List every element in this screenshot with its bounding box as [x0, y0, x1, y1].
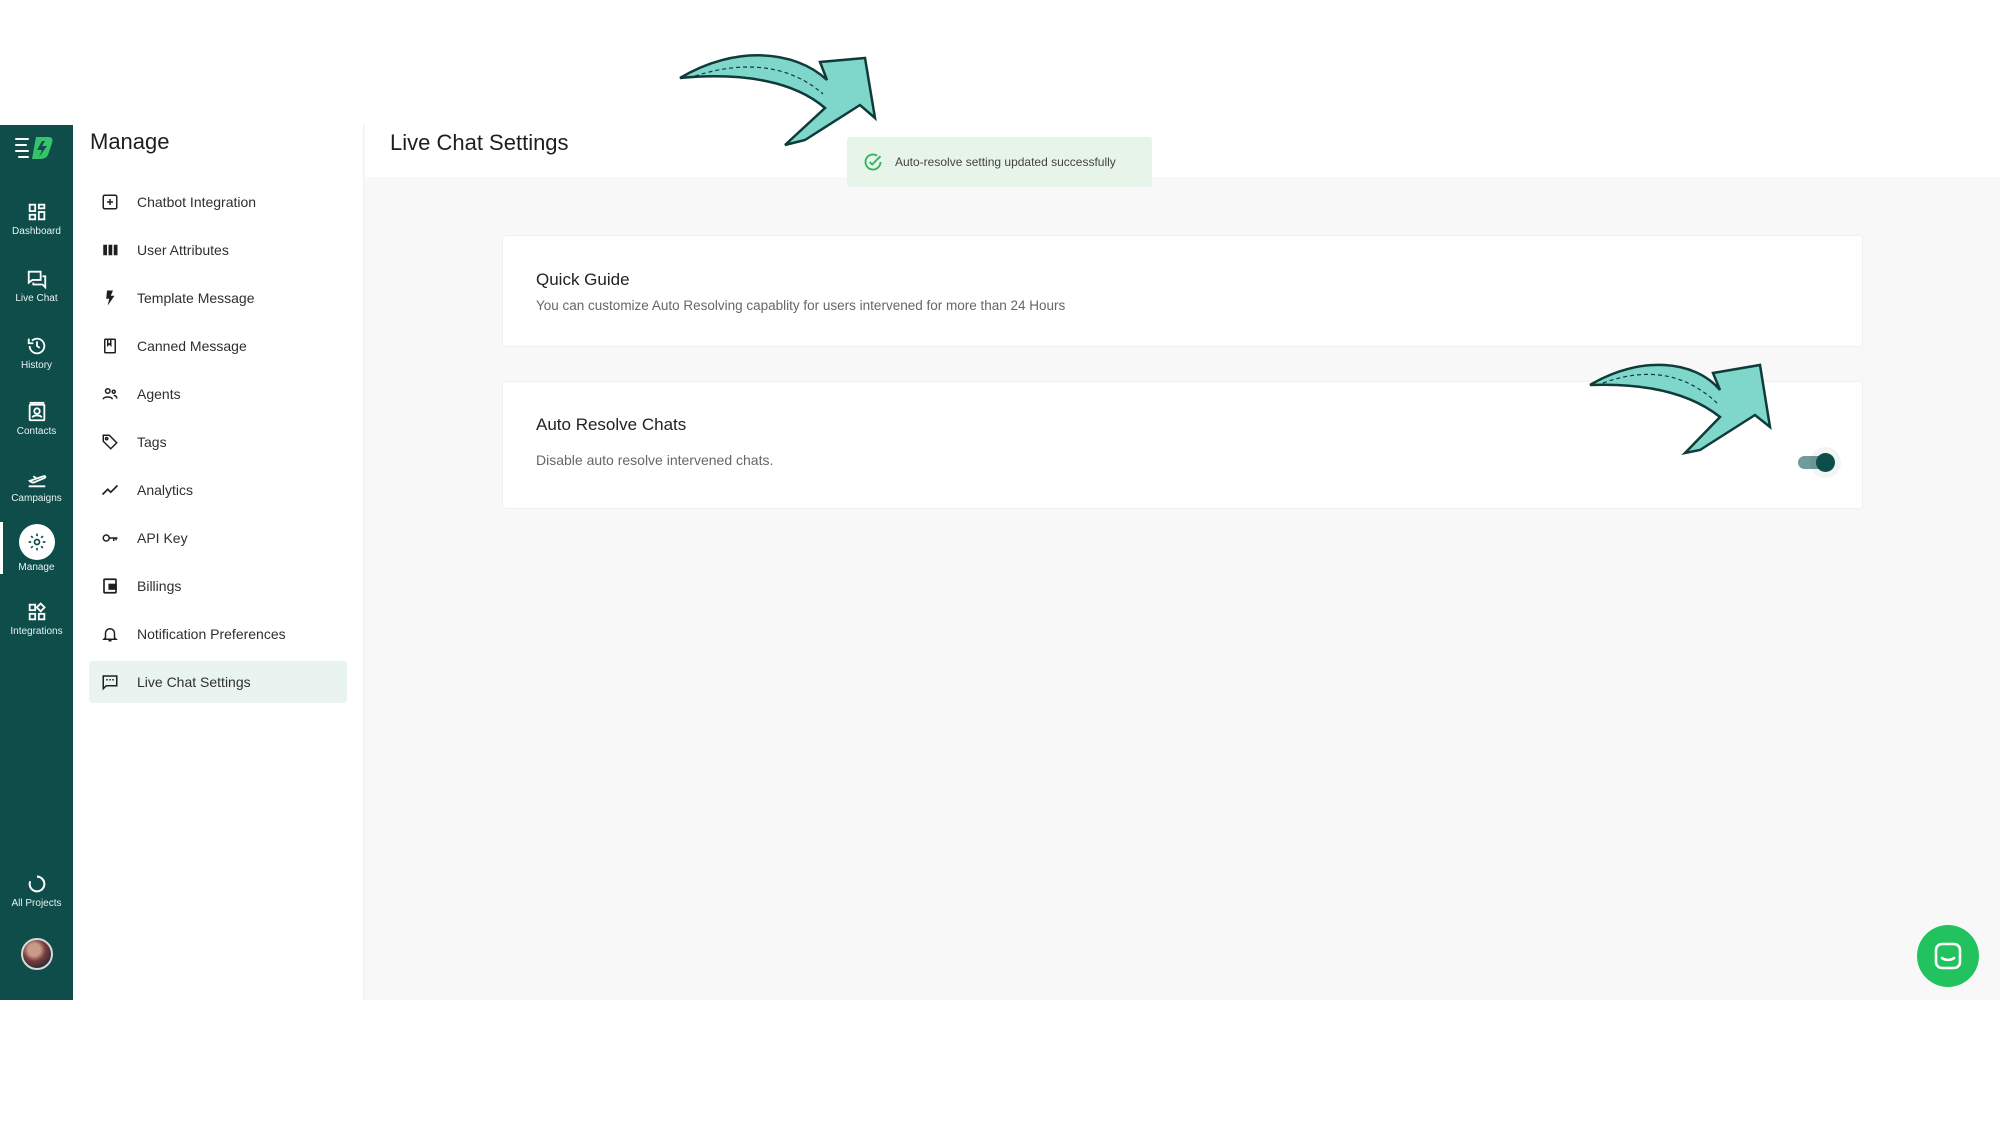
logo-icon[interactable] — [14, 133, 58, 161]
dashboard-icon — [28, 203, 45, 221]
sidebar-item-label: Notification Preferences — [137, 626, 286, 642]
history-icon — [27, 337, 45, 355]
sidebar-item-billings[interactable]: Billings — [89, 565, 347, 607]
bolt-icon — [106, 290, 115, 306]
sidebar-item-canned-message[interactable]: Canned Message — [89, 325, 347, 367]
sidebar-item-label: API Key — [137, 530, 188, 546]
sidebar-item-tags[interactable]: Tags — [89, 421, 347, 463]
bell-icon — [102, 628, 118, 642]
rail-item-integrations[interactable]: Integrations — [0, 593, 73, 653]
rail-item-all-projects[interactable]: All Projects — [0, 865, 73, 925]
rail-label: Campaigns — [11, 493, 62, 504]
sidebar-item-agents[interactable]: Agents — [89, 373, 347, 415]
rail-label: History — [20, 360, 53, 371]
gear-icon — [28, 533, 45, 551]
rail-label: Manage — [18, 562, 55, 573]
sidebar-item-label: Canned Message — [137, 338, 247, 354]
quick-guide-description: You can customize Auto Resolving capabli… — [536, 298, 1066, 313]
active-item-circle — [18, 524, 55, 560]
book-icon — [104, 338, 116, 354]
columns-icon — [103, 244, 118, 256]
annotation-arrow-icon — [679, 54, 877, 147]
rail-label: All Projects — [11, 898, 62, 909]
rail-item-contacts[interactable]: Contacts — [0, 393, 73, 453]
chat-bubble-icon — [1934, 942, 1962, 970]
contacts-icon — [28, 401, 45, 422]
rail-item-history[interactable]: History — [0, 327, 73, 387]
check-circle-icon — [864, 153, 882, 171]
page-title: Live Chat Settings — [390, 130, 569, 155]
sidebar-item-chatbot-integration[interactable]: Chatbot Integration — [89, 181, 347, 223]
wallet-icon — [103, 578, 117, 594]
sidebar-item-label: Live Chat Settings — [137, 674, 251, 690]
auto-resolve-description: Disable auto resolve intervened chats. — [536, 452, 774, 468]
people-icon — [102, 388, 118, 400]
sidebar-item-template-message[interactable]: Template Message — [89, 277, 347, 319]
auto-resolve-title: Auto Resolve Chats — [536, 415, 687, 434]
sidebar-item-label: Template Message — [137, 290, 255, 306]
sidebar-item-label: Analytics — [137, 482, 194, 498]
user-avatar[interactable] — [21, 938, 53, 970]
trend-icon — [101, 484, 119, 496]
plus-box-icon — [102, 194, 118, 210]
sidebar-item-user-attributes[interactable]: User Attributes — [89, 229, 347, 271]
sidebar-item-label: User Attributes — [137, 242, 229, 258]
sidebar-item-analytics[interactable]: Analytics — [89, 469, 347, 511]
sidebar-item-notification-preferences[interactable]: Notification Preferences — [89, 613, 347, 655]
auto-resolve-toggle[interactable] — [1790, 447, 1840, 477]
rail-label: Contacts — [16, 426, 57, 437]
rail-label: Live Chat — [15, 293, 58, 304]
integrations-icon — [28, 602, 46, 621]
sidebar-item-label: Billings — [137, 578, 182, 594]
toggle-knob — [1816, 453, 1835, 472]
rail-item-dashboard[interactable]: Dashboard — [0, 193, 73, 253]
toast-message: Auto-resolve setting updated successfull… — [895, 155, 1116, 169]
sidebar-item-api-key[interactable]: API Key — [89, 517, 347, 559]
page-header: Live Chat Settings — [365, 125, 2000, 177]
rail-label: Integrations — [10, 626, 63, 637]
key-icon — [102, 534, 118, 542]
rail-item-campaigns[interactable]: Campaigns — [0, 460, 73, 520]
sidebar-title: Manage — [90, 129, 170, 154]
quick-guide-title: Quick Guide — [536, 270, 630, 289]
chat-icon — [27, 270, 46, 290]
sidebar-item-label: Agents — [137, 386, 181, 402]
sidebar-item-label: Chatbot Integration — [137, 194, 257, 210]
projects-icon — [28, 875, 45, 893]
main-content: Live Chat Settings Auto-resolve setting … — [365, 54, 2000, 1000]
campaigns-icon — [27, 475, 46, 488]
manage-sidebar: Manage Chatbot Integration User Attribut… — [73, 125, 364, 1000]
tag-icon — [102, 434, 118, 450]
rail-item-manage[interactable]: Manage — [0, 522, 73, 582]
rail-label: Dashboard — [12, 226, 61, 237]
sidebar-item-live-chat-settings[interactable]: Live Chat Settings — [89, 661, 347, 703]
sidebar-item-label: Tags — [137, 434, 167, 450]
rail-item-live-chat[interactable]: Live Chat — [0, 260, 73, 320]
primary-rail: Dashboard Live Chat History Contacts Cam… — [0, 125, 73, 1000]
message-icon — [102, 675, 118, 691]
annotation-arrow-icon — [1589, 363, 1772, 455]
app-window: Dashboard Live Chat History Contacts Cam… — [0, 54, 2000, 1000]
support-chat-button[interactable] — [1917, 925, 1979, 987]
quick-guide-card: Quick Guide You can customize Auto Resol… — [502, 235, 1863, 347]
